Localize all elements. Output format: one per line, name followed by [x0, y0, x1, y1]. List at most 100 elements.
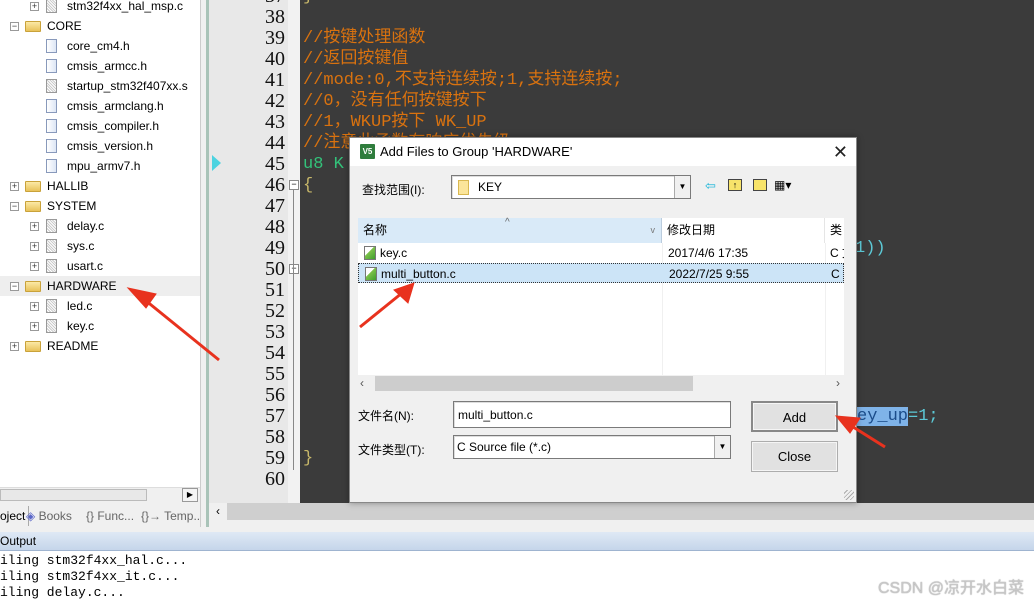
tree-horizontal-scrollbar[interactable]: ▶ — [0, 487, 200, 502]
filename-input[interactable] — [453, 401, 731, 428]
code-line: //0，没有任何按键按下 — [303, 92, 487, 111]
file-list-horizontal-scrollbar[interactable]: ‹ › — [358, 375, 844, 393]
look-in-value: KEY — [478, 180, 503, 194]
expand-icon[interactable]: + — [30, 222, 39, 231]
tree-item-cmsis-armclang-h[interactable]: cmsis_armclang.h — [0, 96, 200, 116]
books-icon: ◈ — [26, 509, 36, 523]
tab-books[interactable]: ◈ Books — [26, 506, 72, 526]
tree-item-core[interactable]: − CORE — [0, 16, 200, 36]
chevron-down-icon[interactable]: ▼ — [674, 176, 690, 198]
new-folder-icon[interactable] — [753, 179, 767, 191]
editor-horizontal-scrollbar[interactable]: ‹ — [209, 503, 1034, 520]
column-header-type[interactable]: 类型 — [825, 218, 844, 243]
project-tree: + stm32f4xx_hal_msp.c − CORE core_cm4.h cmsis… — [0, 0, 200, 487]
chevron-down-icon[interactable]: ▼ — [714, 436, 730, 458]
folder-icon — [458, 180, 469, 195]
scroll-left-icon[interactable]: ‹ — [360, 376, 364, 390]
line-number: 55 — [265, 363, 285, 385]
header-file-icon — [46, 119, 57, 133]
collapse-icon[interactable]: − — [10, 22, 19, 31]
tree-item-sys-c[interactable]: + sys.c — [0, 236, 200, 256]
tree-item-key-c[interactable]: + key.c — [0, 316, 200, 336]
line-number: 50 — [265, 258, 285, 280]
tree-item-label: cmsis_compiler.h — [67, 119, 160, 133]
scroll-right-icon[interactable]: › — [836, 376, 840, 390]
line-number: 42 — [265, 90, 285, 112]
tab-label: Books — [38, 509, 72, 523]
filetype-select[interactable]: C Source file (*.c) ▼ — [453, 435, 731, 459]
fold-margin: − − — [288, 0, 300, 503]
resize-grip-icon[interactable] — [844, 490, 854, 500]
column-label: 名称 — [363, 223, 388, 237]
expand-icon[interactable]: + — [30, 2, 39, 11]
scrollbar-thumb[interactable] — [0, 489, 147, 501]
folder-open-icon — [25, 201, 41, 212]
up-folder-icon[interactable]: ↑ — [728, 179, 742, 191]
column-header-name[interactable]: 名称 ^ v — [358, 217, 662, 243]
collapse-icon[interactable]: − — [10, 282, 19, 291]
view-menu-icon[interactable]: ▦▾ — [774, 178, 791, 192]
tree-item-usart-c[interactable]: + usart.c — [0, 256, 200, 276]
tree-item-mpu-armv7-h[interactable]: mpu_armv7.h — [0, 156, 200, 176]
line-number: 53 — [265, 321, 285, 343]
tree-item-cmsis-version-h[interactable]: cmsis_version.h — [0, 136, 200, 156]
add-button[interactable]: Add — [751, 401, 838, 432]
file-list[interactable]: 名称 ^ v 修改日期 类型 key.c 2017/4/6 17:35 C 文 mu… — [358, 217, 844, 393]
tab-functions[interactable]: {} Func... — [86, 506, 134, 526]
scroll-left-button[interactable]: ‹ — [209, 503, 227, 520]
scrollbar-thumb[interactable] — [375, 376, 693, 391]
tab-project[interactable]: oject — [0, 506, 30, 526]
fold-collapse-icon[interactable]: − — [289, 264, 299, 274]
expand-icon[interactable]: + — [30, 262, 39, 271]
tree-item-label: mpu_armv7.h — [67, 159, 141, 173]
collapse-icon[interactable]: − — [10, 202, 19, 211]
column-header-modified[interactable]: 修改日期 — [662, 218, 825, 243]
expand-icon[interactable]: + — [10, 342, 19, 351]
close-button[interactable]: Close — [751, 441, 838, 472]
line-number: 49 — [265, 237, 285, 259]
file-row-selected[interactable]: multi_button.c 2022/7/25 9:55 C 文 — [358, 263, 844, 283]
tab-label: {} Func... — [86, 509, 135, 523]
folder-icon — [25, 181, 41, 192]
tree-item-delay-c[interactable]: + delay.c — [0, 216, 200, 236]
look-in-select[interactable]: KEY ▼ — [451, 175, 691, 199]
tree-item-hallib[interactable]: + HALLIB — [0, 176, 200, 196]
header-file-icon — [46, 159, 57, 173]
tree-item-readme[interactable]: + README — [0, 336, 200, 356]
folder-open-icon — [25, 21, 41, 32]
tab-templates[interactable]: {}→ Temp... — [141, 506, 203, 526]
filetype-label: 文件类型(T): — [358, 443, 425, 457]
tree-item-stm32f4xx-hal-msp-c[interactable]: + stm32f4xx_hal_msp.c — [0, 0, 200, 16]
chevron-down-icon[interactable]: v — [651, 218, 656, 243]
file-modified: 2017/4/6 17:35 — [668, 246, 749, 260]
scroll-right-button[interactable]: ▶ — [182, 488, 198, 502]
tree-item-startup-stm32f407xx-s[interactable]: startup_stm32f407xx.s — [0, 76, 200, 96]
expand-icon[interactable]: + — [30, 302, 39, 311]
code-line: //mode:0,不支持连续按;1,支持连续按; — [303, 71, 623, 90]
file-type: C 文 — [830, 246, 844, 260]
keil-app-icon: V5 — [360, 144, 375, 159]
file-row[interactable]: key.c 2017/4/6 17:35 C 文 — [358, 243, 844, 263]
fold-collapse-icon[interactable]: − — [289, 180, 299, 190]
tree-item-cmsis-compiler-h[interactable]: cmsis_compiler.h — [0, 116, 200, 136]
dialog-title-bar[interactable]: V5 Add Files to Group 'HARDWARE' ✕ — [350, 138, 856, 166]
tree-item-label: startup_stm32f407xx.s — [67, 79, 188, 93]
header-file-icon — [46, 59, 57, 73]
tree-item-system[interactable]: − SYSTEM — [0, 196, 200, 216]
expand-icon[interactable]: + — [30, 242, 39, 251]
tree-item-led-c[interactable]: + led.c — [0, 296, 200, 316]
tree-item-cmsis-armcc-h[interactable]: cmsis_armcc.h — [0, 56, 200, 76]
line-number: 52 — [265, 300, 285, 322]
close-icon[interactable]: ✕ — [833, 138, 848, 166]
tree-item-label: cmsis_version.h — [67, 139, 154, 153]
expand-icon[interactable]: + — [10, 182, 19, 191]
expand-icon[interactable]: + — [30, 322, 39, 331]
back-icon[interactable]: ⇦ — [705, 178, 716, 194]
line-number: 39 — [265, 27, 285, 49]
line-number: 45 — [265, 153, 285, 175]
tree-item-label: usart.c — [67, 259, 104, 273]
tree-item-core-cm4-h[interactable]: core_cm4.h — [0, 36, 200, 56]
c-file-icon — [364, 246, 376, 260]
tree-item-hardware[interactable]: − HARDWARE — [0, 276, 200, 296]
line-number: 57 — [265, 405, 285, 427]
